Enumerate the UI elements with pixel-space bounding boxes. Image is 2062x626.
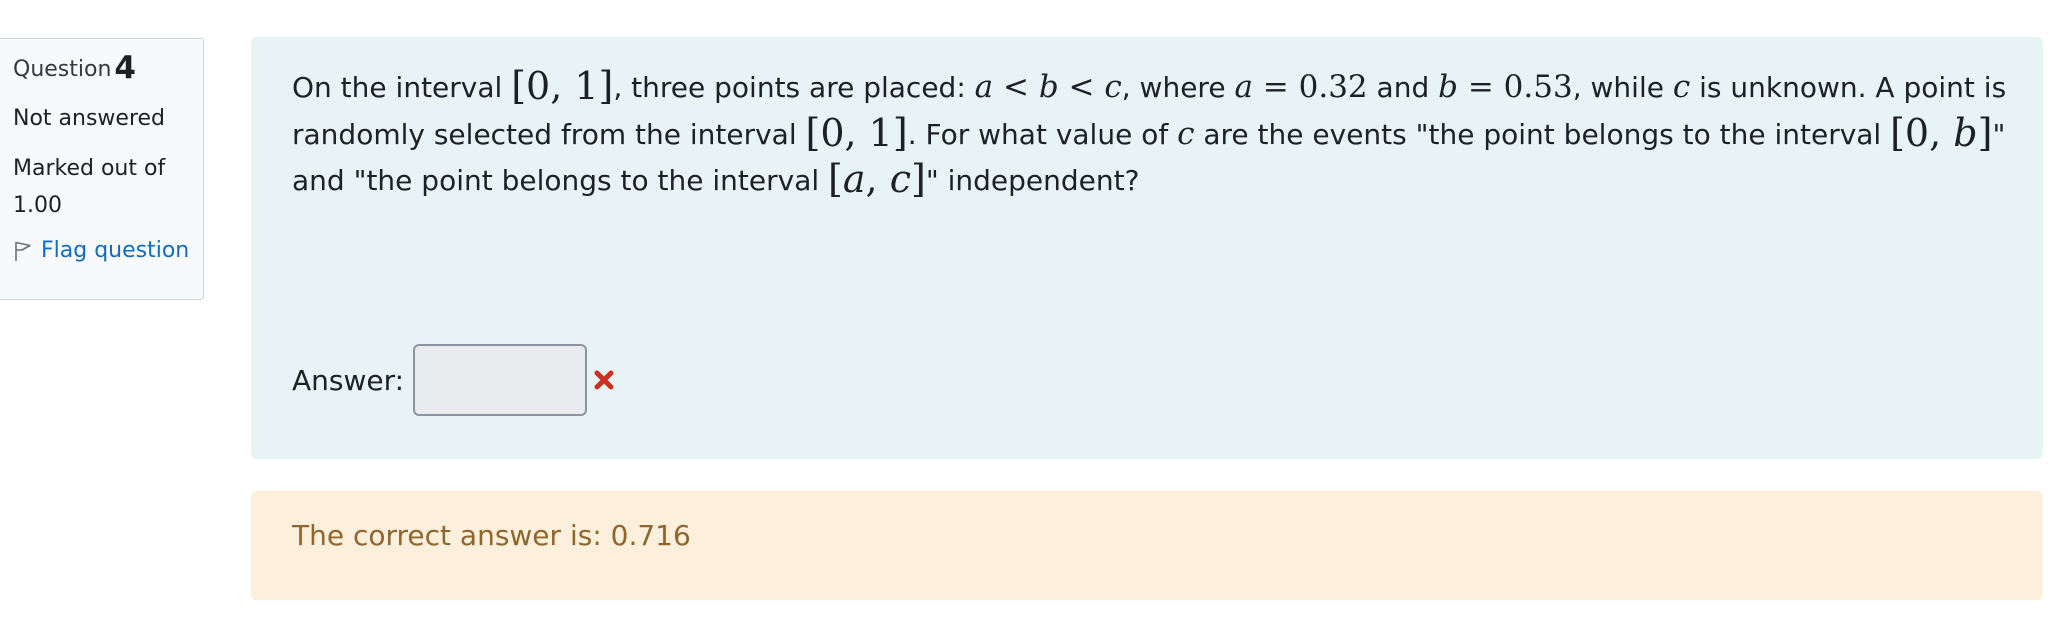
math-c: c [1672, 69, 1691, 105]
qtext-part: are the events "the point belongs to the… [1194, 118, 1891, 151]
question-number-heading: Question4 [13, 53, 203, 84]
math-a-value: a = 0.32 [1234, 69, 1368, 105]
qtext-part: " independent? [925, 164, 1140, 197]
qtext-part: , while [1572, 71, 1673, 104]
question-state: Not answered [13, 106, 166, 131]
flag-icon [15, 241, 31, 261]
math-interval: [0, 1] [511, 64, 614, 108]
incorrect-icon [594, 370, 614, 390]
math-b-value: b = 0.53 [1438, 69, 1573, 105]
flag-question-label[interactable]: Flag question [41, 238, 189, 263]
answer-row: Answer: [292, 344, 615, 416]
math-interval-a-c: [a, c] [828, 157, 926, 201]
qtext-part: , three points are placed: [613, 71, 975, 104]
qtext-part: and [1367, 71, 1439, 104]
math-inequality: a < b < c [974, 69, 1122, 105]
answer-input[interactable] [413, 344, 588, 416]
qtext-part: On the interval [292, 71, 512, 104]
math-interval-0-b: [0, b] [1890, 111, 1993, 155]
question-number: 4 [114, 50, 136, 86]
correct-answer-text: The correct answer is: 0.716 [292, 519, 691, 552]
question-text: On the interval [0, 1], three points are… [292, 64, 2012, 204]
question-info-panel: Question4 Not answered Marked out of 1.0… [0, 38, 204, 300]
flag-question-link[interactable]: Flag question [13, 238, 203, 263]
question-grade: Marked out of 1.00 [13, 156, 166, 219]
feedback-panel: The correct answer is: 0.716 [251, 491, 2043, 600]
math-c: c [1177, 116, 1195, 152]
qtext-part: . For what value of [907, 118, 1178, 151]
question-formulation: On the interval [0, 1], three points are… [251, 37, 2043, 459]
answer-label: Answer: [292, 363, 405, 397]
qtext-part: , where [1121, 71, 1235, 104]
math-interval: [0, 1] [805, 111, 908, 155]
question-label: Question [13, 57, 112, 82]
